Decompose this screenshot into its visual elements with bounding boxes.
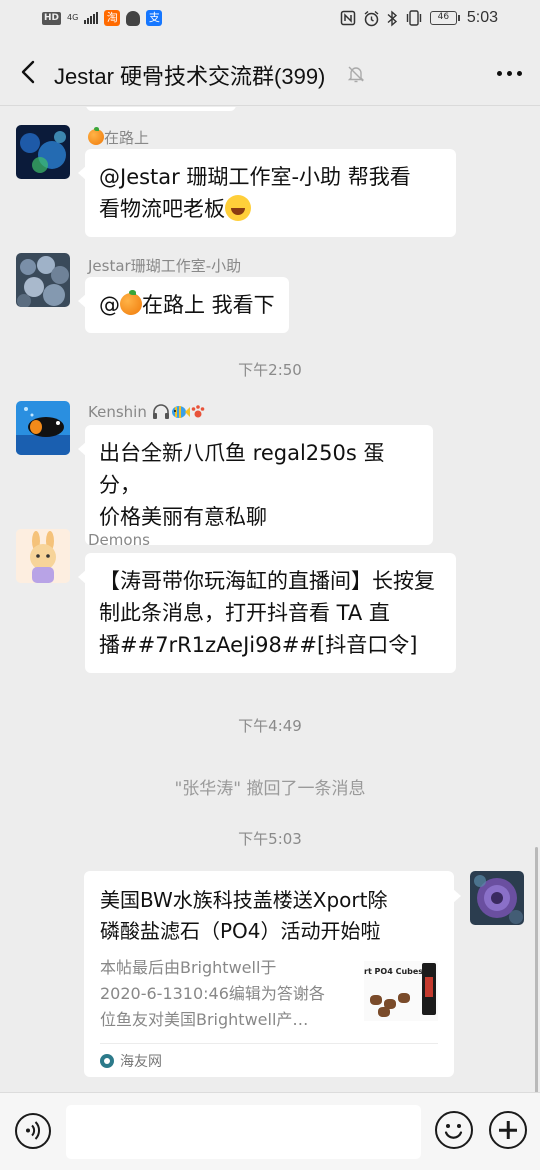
orange-emoji — [88, 127, 104, 145]
status-left: HD 4G 淘 支 — [42, 10, 163, 26]
vibrate-icon — [406, 10, 422, 26]
laughing-tears-emoji — [225, 195, 251, 221]
recall-notice: "张华涛" 撤回了一条消息 — [174, 779, 366, 799]
scrollbar[interactable] — [535, 847, 538, 1092]
message-text: 价格美丽有意私聊 — [99, 505, 267, 529]
more-dot — [516, 70, 522, 76]
shared-link-card[interactable]: 美国BW水族科技盖楼送Xport除 磷酸盐滤石（PO4）活动开始啦 本帖最后由Br… — [84, 871, 461, 1077]
message-text: 出台全新八爪鱼 regal250s 蛋分， — [99, 441, 385, 497]
avatar-zailushang[interactable] — [16, 125, 70, 179]
sender-name: Kenshin — [88, 403, 206, 421]
status-bar: HD 4G 淘 支 46 5:03 — [0, 0, 540, 40]
message-bubble[interactable]: @Jestar 珊瑚工作室-小助 帮我看 看物流吧老板 — [78, 149, 456, 237]
avatar-demons[interactable] — [16, 529, 70, 583]
orange-emoji — [120, 290, 142, 315]
voice-icon — [26, 1121, 40, 1140]
more-dot — [496, 70, 502, 76]
taobao-icon: 淘 — [104, 10, 121, 26]
alarm-icon — [364, 10, 379, 26]
link-source: 海友网 — [100, 1051, 162, 1071]
thumbnail-text: rt PO4 Cubes — [364, 967, 424, 976]
battery-level: 46 — [429, 11, 457, 25]
message-text: 在路上 我看下 — [142, 293, 275, 317]
more-dot — [506, 70, 512, 76]
message-text: 制此条消息，打开抖音看 TA 直 — [99, 601, 390, 625]
nfc-icon — [340, 10, 356, 26]
clock: 5:03 — [466, 9, 498, 26]
link-title: 美国BW水族科技盖楼送Xport除 磷酸盐滤石（PO4）活动开始啦 — [100, 888, 388, 943]
previous-message-bubble[interactable] — [86, 107, 236, 111]
source-logo-icon — [100, 1054, 114, 1068]
chat-area[interactable]: 在路上 @Jestar 珊瑚工作室-小助 帮我看 看物流吧老板 Jestar珊瑚… — [0, 107, 540, 1092]
signal-icon — [84, 12, 99, 24]
hd-icon: HD — [42, 11, 62, 25]
message-text: @Jestar 珊瑚工作室-小助 帮我看 — [99, 165, 411, 189]
input-bar — [0, 1092, 540, 1170]
back-button[interactable] — [12, 55, 46, 89]
sender-name: Jestar珊瑚工作室-小助 — [88, 257, 242, 275]
link-description: 本帖最后由Brightwell于 2020-6-1310:46编辑为答谢各 位鱼友对… — [100, 958, 325, 1029]
headphones-emoji — [152, 404, 169, 419]
sender-name: Demons — [88, 531, 150, 549]
more-options-button[interactable] — [492, 58, 526, 88]
alipay-icon: 支 — [146, 10, 163, 26]
qq-icon — [126, 10, 141, 26]
message-text: 播##7rR1zAeJi98##[抖音口令] — [99, 633, 418, 657]
battery-icon: 46 — [429, 11, 460, 25]
timestamp: 下午5:03 — [238, 830, 302, 848]
tropical-fish-emoji — [171, 406, 190, 418]
mention-symbol: @ — [99, 293, 120, 317]
emoji-button[interactable] — [435, 1111, 473, 1149]
link-thumbnail: rt PO4 Cubes — [364, 961, 438, 1021]
sender-name: 在路上 — [88, 127, 149, 148]
product-box-image — [422, 963, 436, 1015]
mute-bell-icon — [347, 66, 365, 83]
chevron-left-icon — [21, 60, 35, 84]
message-bubble[interactable]: 出台全新八爪鱼 regal250s 蛋分， 价格美丽有意私聊 — [78, 425, 433, 545]
voice-input-button[interactable] — [15, 1113, 51, 1149]
more-functions-button[interactable] — [489, 1111, 527, 1149]
message-text: 看物流吧老板 — [99, 197, 225, 221]
message-input[interactable] — [66, 1105, 421, 1159]
bluetooth-icon — [387, 9, 397, 27]
smiley-icon — [444, 1124, 463, 1139]
nav-bar: Jestar 硬骨技术交流群(399) — [0, 40, 540, 106]
timestamp: 下午4:49 — [238, 717, 302, 735]
avatar-kenshin[interactable] — [16, 401, 70, 455]
message-text: 【涛哥带你玩海缸的直播间】长按复 — [99, 569, 435, 593]
timestamp: 下午2:50 — [238, 361, 302, 379]
chat-title: Jestar 硬骨技术交流群(399) — [54, 64, 326, 89]
message-bubble[interactable]: 【涛哥带你玩海缸的直播间】长按复 制此条消息，打开抖音看 TA 直 播##7rR… — [78, 553, 456, 673]
avatar-self[interactable] — [470, 871, 524, 925]
avatar-jestar-assistant[interactable] — [16, 253, 70, 307]
divider — [100, 1043, 438, 1044]
status-right: 46 5:03 — [340, 9, 498, 27]
message-bubble[interactable]: @ 在路上 我看下 — [78, 277, 289, 333]
source-name: 海友网 — [120, 1054, 162, 1070]
paw-prints-emoji — [191, 405, 204, 418]
network-type: 4G — [67, 13, 79, 22]
